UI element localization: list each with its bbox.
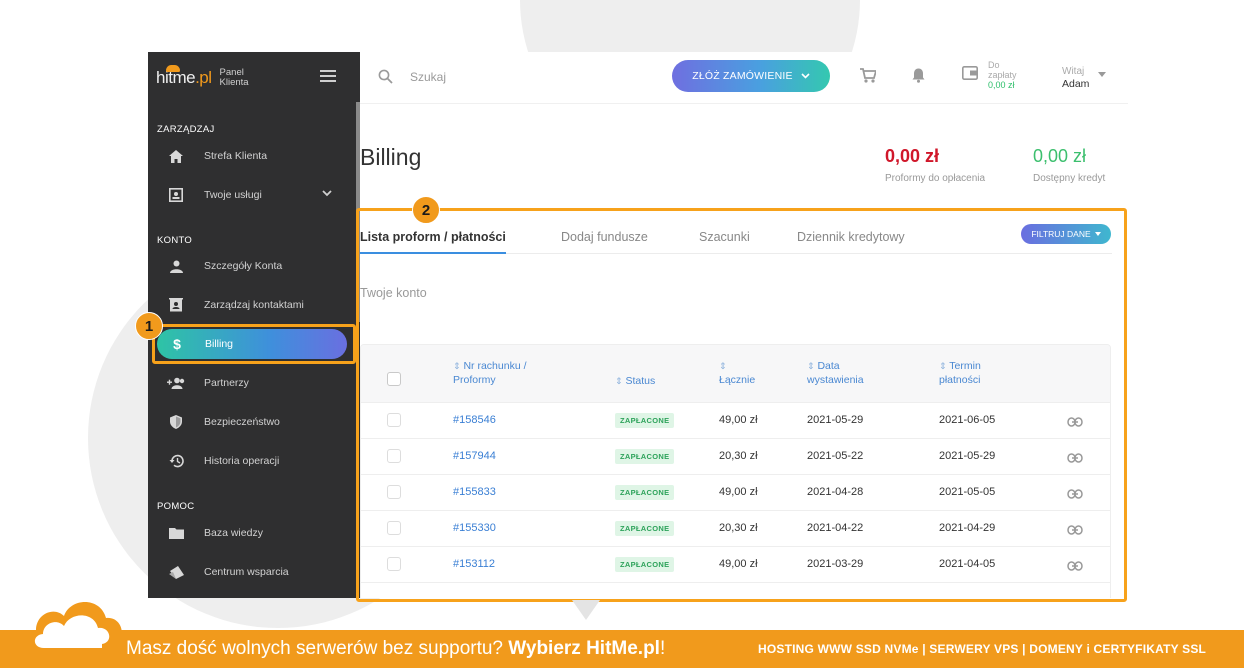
sidebar-item-label: Centrum wsparcia xyxy=(204,566,289,578)
billing-highlight-frame xyxy=(152,324,356,364)
partners-icon xyxy=(156,377,196,389)
sidebar-item-label: Baza wiedzy xyxy=(204,527,263,539)
services-icon xyxy=(156,188,196,202)
background-arrow xyxy=(572,600,600,620)
amount-due-text: Do zapłaty 0,00 zł xyxy=(988,60,1017,90)
sidebar-item-label: Zarządzaj kontaktami xyxy=(204,299,304,311)
content-highlight-frame xyxy=(356,208,1127,602)
sidebar-item-support[interactable]: Centrum wsparcia xyxy=(156,556,352,588)
cloud-icon xyxy=(24,602,122,654)
search-input[interactable] xyxy=(410,66,610,88)
available-credit-label: Dostępny kredyt xyxy=(1033,173,1106,184)
home-icon xyxy=(156,149,196,163)
user-name: Adam xyxy=(1062,78,1090,90)
sidebar-item-account-details[interactable]: Szczegóły Konta xyxy=(156,250,352,282)
user-icon xyxy=(156,260,196,273)
cart-icon[interactable] xyxy=(860,68,878,88)
chevron-down-icon xyxy=(801,73,810,79)
place-order-label: ZŁÓŻ ZAMÓWIENIE xyxy=(692,70,793,82)
proforms-due-value: 0,00 zł xyxy=(885,146,940,166)
place-order-button[interactable]: ZŁÓŻ ZAMÓWIENIE xyxy=(672,60,830,92)
top-bar: ZŁÓŻ ZAMÓWIENIE Do zapłaty 0,00 zł Witaj… xyxy=(360,52,1128,104)
sidebar-item-client-zone[interactable]: Strefa Klienta xyxy=(156,140,352,172)
sidebar-item-knowledge-base[interactable]: Baza wiedzy xyxy=(156,517,352,549)
section-help: POMOC xyxy=(157,501,195,512)
section-account: KONTO xyxy=(157,235,193,246)
available-credit-stat: 0,00 zł Dostępny kredyt xyxy=(1033,146,1105,184)
annotation-badge-1: 1 xyxy=(135,312,163,340)
user-menu[interactable]: Witaj Adam xyxy=(1062,66,1089,90)
banner-services: HOSTING WWW SSD NVMe | SERWERY VPS | DOM… xyxy=(758,642,1207,656)
contacts-icon xyxy=(156,297,196,313)
sidebar-item-history[interactable]: Historia operacji xyxy=(156,445,352,477)
caret-down-icon[interactable] xyxy=(1098,72,1106,77)
amount-due-value: 0,00 zł xyxy=(988,80,1015,90)
page-title: Billing xyxy=(360,144,422,170)
menu-toggle-icon[interactable] xyxy=(320,70,336,82)
proforms-due-stat: 0,00 zł Proformy do opłacenia xyxy=(885,146,985,184)
shield-icon xyxy=(156,415,196,429)
annotation-badge-2: 2 xyxy=(412,196,440,224)
sidebar-item-label: Strefa Klienta xyxy=(204,150,268,162)
available-credit-value: 0,00 zł xyxy=(1033,146,1087,166)
tickets-icon xyxy=(156,565,196,579)
history-icon xyxy=(156,454,196,468)
chevron-down-icon[interactable] xyxy=(322,188,332,200)
sidebar-item-services[interactable]: Twoje usługi xyxy=(156,179,352,211)
sidebar-item-security[interactable]: Bezpieczeństwo xyxy=(156,406,352,438)
banner-slogan: Masz dość wolnych serwerów bez supportu?… xyxy=(126,638,666,659)
sidebar-item-label: Szczegóły Konta xyxy=(204,260,283,272)
wallet-icon xyxy=(962,65,978,85)
sidebar-item-contacts[interactable]: Zarządzaj kontaktami xyxy=(156,289,352,321)
sidebar-item-label: Twoje usługi xyxy=(204,189,262,201)
proforms-due-label: Proformy do opłacenia xyxy=(885,173,986,184)
logo[interactable]: hitme.pl Panel Klienta xyxy=(156,62,260,94)
sidebar-item-partners[interactable]: Partnerzy xyxy=(156,367,352,399)
sidebar-item-label: Partnerzy xyxy=(204,377,249,389)
logo-cloud-icon xyxy=(166,65,180,72)
bell-icon[interactable] xyxy=(912,68,925,88)
search-icon[interactable] xyxy=(378,69,393,89)
section-manage: ZARZĄDZAJ xyxy=(157,124,215,135)
greeting: Witaj xyxy=(1062,66,1085,77)
sidebar-item-label: Historia operacji xyxy=(204,455,280,467)
amount-due[interactable]: Do zapłaty 0,00 zł xyxy=(962,60,1017,90)
folder-icon xyxy=(156,527,196,539)
panel-label: Panel Klienta xyxy=(219,67,249,88)
logo-text: hitme.pl xyxy=(156,68,212,87)
sidebar-item-label: Bezpieczeństwo xyxy=(204,416,280,428)
